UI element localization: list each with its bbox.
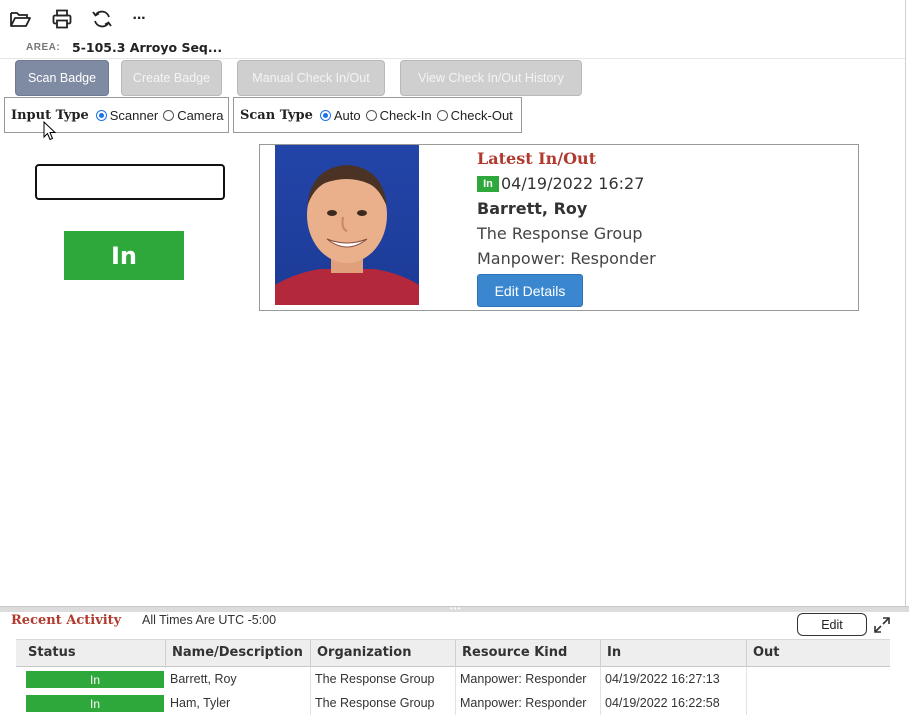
column-header-resource-kind[interactable]: Resource Kind: [455, 640, 600, 668]
folder-open-icon[interactable]: [10, 8, 32, 30]
scan-type-label: Scan Type: [240, 107, 313, 123]
scan-type-group: Scan Type Auto Check-In Check-Out: [233, 97, 522, 133]
scanner-radio[interactable]: [95, 109, 107, 121]
column-header-in[interactable]: In: [600, 640, 746, 668]
edit-details-button[interactable]: Edit Details: [477, 274, 583, 307]
right-divider: [905, 0, 906, 606]
row-resource-kind: Manpower: Responder: [460, 672, 587, 686]
check-in-option-label[interactable]: Check-In: [380, 108, 432, 123]
column-header-organization[interactable]: Organization: [310, 640, 455, 668]
area-value: 5-105.3 Arroyo Seq...: [72, 40, 223, 55]
header-divider: [0, 58, 905, 59]
row-out-time: [746, 667, 751, 691]
row-status-badge: In: [26, 695, 164, 712]
person-photo: [275, 145, 419, 305]
check-out-option-label[interactable]: Check-Out: [451, 108, 513, 123]
more-icon[interactable]: ···: [128, 8, 150, 30]
row-organization: The Response Group: [315, 672, 435, 686]
auto-radio[interactable]: [319, 109, 331, 121]
view-history-button[interactable]: View Check In/Out History: [400, 60, 582, 96]
table-row[interactable]: In Ham, Tyler The Response Group Manpowe…: [16, 691, 890, 715]
row-in-time: 04/19/2022 16:22:58: [605, 696, 720, 710]
column-header-name[interactable]: Name/Description: [165, 640, 310, 668]
camera-radio[interactable]: [163, 109, 175, 121]
timezone-note: All Times Are UTC -5:00: [142, 613, 277, 627]
print-icon[interactable]: [51, 8, 73, 30]
table-header: Status Name/Description Organization Res…: [16, 639, 890, 668]
input-type-group: Input Type Scanner Camera: [4, 97, 229, 133]
row-organization: The Response Group: [315, 696, 435, 710]
row-name: Barrett, Roy: [170, 672, 237, 686]
row-resource-kind: Manpower: Responder: [460, 696, 587, 710]
latest-datetime: 04/19/2022 16:27: [501, 174, 645, 193]
badge-scan-input[interactable]: [35, 164, 225, 200]
create-badge-button[interactable]: Create Badge: [121, 60, 222, 96]
auto-option-label[interactable]: Auto: [334, 108, 361, 123]
scan-badge-button[interactable]: Scan Badge: [15, 60, 109, 96]
scanner-option-label[interactable]: Scanner: [110, 108, 158, 123]
recent-activity-title: Recent Activity: [11, 613, 122, 628]
table-row[interactable]: In Barrett, Roy The Response Group Manpo…: [16, 667, 890, 691]
row-out-time: [746, 691, 751, 715]
manual-check-button[interactable]: Manual Check In/Out: [237, 60, 385, 96]
column-header-status[interactable]: Status: [16, 640, 165, 668]
refresh-icon[interactable]: [91, 8, 113, 30]
expand-icon[interactable]: [872, 615, 892, 635]
check-in-radio[interactable]: [365, 109, 377, 121]
latest-organization: The Response Group: [477, 224, 643, 243]
latest-status-badge: In: [477, 176, 499, 192]
latest-title: Latest In/Out: [477, 149, 597, 168]
mouse-cursor-icon: [43, 121, 56, 141]
latest-name: Barrett, Roy: [477, 199, 588, 218]
row-in-time: 04/19/2022 16:27:13: [605, 672, 720, 686]
row-status-badge: In: [26, 671, 164, 688]
camera-option-label[interactable]: Camera: [177, 108, 223, 123]
column-header-out[interactable]: Out: [746, 640, 890, 668]
scan-status-indicator: In: [64, 231, 184, 280]
recent-edit-button[interactable]: Edit: [797, 613, 867, 636]
latest-resource-kind: Manpower: Responder: [477, 249, 656, 268]
row-name: Ham, Tyler: [170, 696, 231, 710]
area-label: AREA:: [26, 42, 61, 53]
splitter-grip-icon[interactable]: •••: [450, 605, 461, 613]
check-out-radio[interactable]: [436, 109, 448, 121]
